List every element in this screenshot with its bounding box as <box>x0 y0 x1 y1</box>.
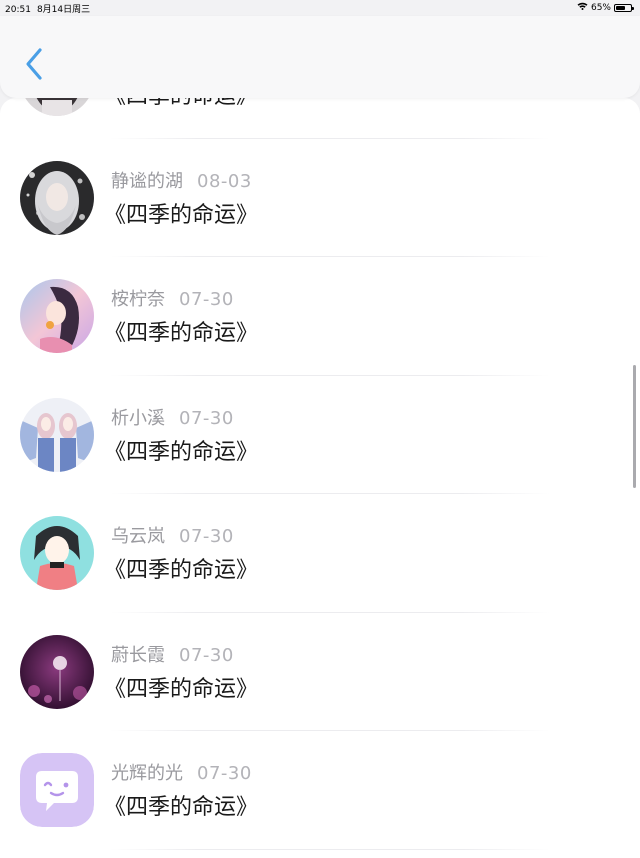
nav-bar <box>0 16 640 98</box>
status-left: 20:51 8月14日周三 <box>5 2 90 15</box>
chevron-left-icon <box>26 48 42 80</box>
post-date: 07-30 <box>179 407 234 429</box>
item-meta: 静谧的湖 08-03 <box>111 167 252 193</box>
list-item[interactable]: 《四季的命运》 <box>0 98 640 139</box>
battery-icon <box>614 3 634 12</box>
status-time: 20:51 <box>5 5 31 15</box>
post-date: 07-30 <box>179 289 234 310</box>
avatar[interactable] <box>20 160 94 235</box>
default-chat-bubble-avatar-icon <box>20 753 94 827</box>
user-name[interactable]: 乌云岚 <box>111 526 165 547</box>
post-date: 07-30 <box>179 644 234 666</box>
user-name[interactable]: 析小溪 <box>111 408 165 429</box>
avatar[interactable] <box>20 397 94 472</box>
post-date: 07-30 <box>197 763 252 784</box>
item-meta: 光辉的光 07-30 <box>111 759 252 785</box>
dark-girl-avatar-icon <box>20 98 94 116</box>
list-item[interactable]: 光辉的光 07-30 《四季的命运》 <box>0 731 640 850</box>
post-date: 07-30 <box>179 526 234 547</box>
battery-percent: 65% <box>590 2 611 13</box>
work-title[interactable]: 《四季的命运》 <box>104 197 258 229</box>
two-girls-avatar-icon <box>20 397 94 472</box>
purple-dandelion-avatar-icon <box>20 634 94 709</box>
item-meta: 析小溪 07-30 <box>111 404 234 430</box>
avatar[interactable] <box>20 516 94 590</box>
user-name[interactable]: 静谧的湖 <box>111 171 183 192</box>
user-name[interactable]: 桉柠奈 <box>111 289 165 310</box>
list-item[interactable]: 静谧的湖 08-03 《四季的命运》 <box>0 139 640 258</box>
user-name[interactable]: 光辉的光 <box>111 763 183 784</box>
comment-list: 《四季的命运》 静谧的湖 08-03 《四季的命运》 <box>0 98 640 858</box>
work-title[interactable]: 《四季的命运》 <box>104 434 258 466</box>
status-right: 65% <box>577 2 634 13</box>
item-meta: 桉柠奈 07-30 <box>111 285 234 311</box>
work-title[interactable]: 《四季的命运》 <box>104 789 258 821</box>
item-meta: 蔚长霞 07-30 <box>111 641 234 667</box>
avatar[interactable] <box>20 634 94 709</box>
work-title[interactable]: 《四季的命运》 <box>104 552 258 584</box>
avatar[interactable] <box>20 98 94 116</box>
status-bar: 20:51 8月14日周三 65% <box>0 0 640 16</box>
wifi-icon <box>577 2 588 13</box>
list-item[interactable]: 乌云岚 07-30 《四季的命运》 <box>0 494 640 613</box>
status-date: 8月14日周三 <box>36 5 91 15</box>
user-name[interactable]: 蔚长霞 <box>111 645 165 666</box>
post-date: 08-03 <box>197 170 252 192</box>
scrollbar[interactable] <box>633 365 636 488</box>
back-button[interactable] <box>18 44 52 84</box>
work-title[interactable]: 《四季的命运》 <box>104 98 258 110</box>
battery-fill <box>616 5 626 10</box>
avatar[interactable] <box>20 279 94 353</box>
comment-list-inner: 《四季的命运》 静谧的湖 08-03 《四季的命运》 <box>0 98 640 850</box>
list-item[interactable]: 桉柠奈 07-30 《四季的命运》 <box>0 257 640 376</box>
avatar[interactable] <box>20 753 94 827</box>
item-meta: 乌云岚 07-30 <box>111 522 234 548</box>
work-title[interactable]: 《四季的命运》 <box>104 315 258 347</box>
work-title[interactable]: 《四季的命运》 <box>104 671 258 703</box>
list-item[interactable]: 析小溪 07-30 《四季的命运》 <box>0 376 640 495</box>
cyan-anime-girl-avatar-icon <box>20 516 94 590</box>
list-item[interactable]: 蔚长霞 07-30 《四季的命运》 <box>0 613 640 732</box>
pink-illustration-girl-avatar-icon <box>20 279 94 353</box>
silver-hair-girl-avatar-icon <box>20 160 94 235</box>
